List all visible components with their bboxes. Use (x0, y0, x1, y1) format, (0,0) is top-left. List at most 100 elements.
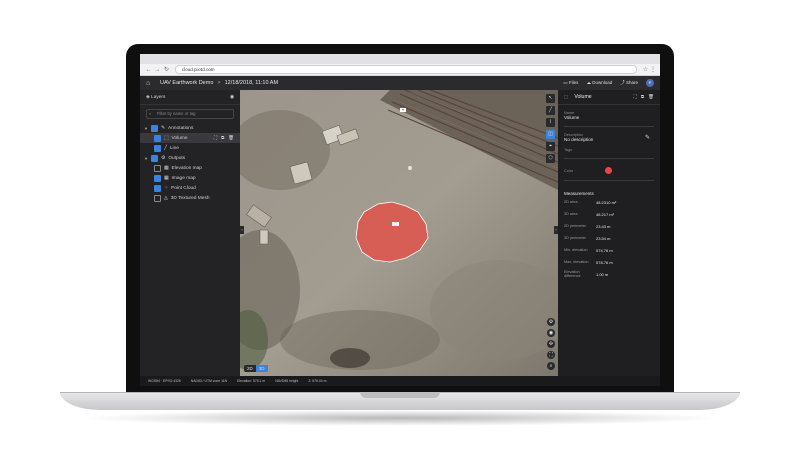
focus-icon[interactable]: ⛶ (214, 135, 217, 141)
outputs-checkbox[interactable] (151, 154, 158, 162)
layer-group-annotations[interactable]: ▼ ✎ Annotations (140, 123, 240, 133)
status-item: NAVD88 height (275, 379, 299, 383)
map-view[interactable]: ━ ⬚ ‹ › ↖ ╱ ⌇ ◫ ⌖ ⬠ ⚙ ◉ ✣ ⛶ ⌕ 2D 3D (240, 90, 558, 376)
properties-title: Volume (574, 94, 592, 100)
avatar[interactable]: P (646, 79, 654, 87)
status-item: WGS84 · EPSG:4326 (148, 379, 181, 383)
layer-item-volume[interactable]: ⬚ Volume ⛶ ⧉ 🗑 (140, 133, 240, 143)
measurement-value: 578.76 m (596, 259, 613, 265)
measurement-row: Elevation difference 1.00 m (558, 268, 660, 280)
compass-icon[interactable]: ✣ (547, 340, 555, 348)
mode-3d-button[interactable]: 3D (255, 365, 268, 372)
name-field[interactable]: Volume (558, 115, 660, 120)
layer-item-3d-mesh[interactable]: ◬ 3D Textured Mesh (140, 193, 240, 203)
layers-filter-input[interactable]: ⌕ Filter by name or tag (146, 109, 234, 119)
divider (564, 126, 654, 127)
files-button[interactable]: ▭ Files (563, 80, 578, 86)
measurement-row: 3D perimeter 23.54 m (558, 232, 660, 244)
volume-measure-label: ⬚ (392, 222, 400, 226)
home-icon[interactable]: ⌂ (146, 80, 156, 87)
status-item: NAD83 / UTM zone 11N (190, 379, 228, 383)
color-swatch[interactable] (605, 167, 612, 174)
mesh-checkbox[interactable] (154, 194, 161, 202)
camera-icon[interactable]: ◉ (547, 329, 555, 337)
layers-header: ◈ Layers ◉ (140, 90, 240, 105)
layer-item-line[interactable]: ╱ Line (140, 143, 240, 153)
duplicate-icon[interactable]: ⧉ (221, 135, 224, 141)
line-checkbox[interactable] (154, 144, 161, 152)
measurement-value: 23.43 m (596, 223, 611, 229)
zoom-icon[interactable]: ⌕ (547, 362, 555, 370)
search-icon: ⌕ (149, 111, 152, 116)
export-icon[interactable]: ⧉ (641, 94, 644, 100)
url-field[interactable]: cloud.pix4d.com (175, 65, 637, 74)
measurement-label: Min. elevation (564, 248, 588, 252)
layer-group-label: Outputs (168, 155, 186, 161)
share-button[interactable]: ⤴ Share (620, 80, 638, 86)
laptop-shadow (80, 410, 720, 426)
filter-placeholder: Filter by name or tag (157, 111, 196, 116)
mode-2d-button[interactable]: 2D (244, 365, 256, 372)
polyline-tool-icon[interactable]: ⌇ (546, 118, 555, 127)
image-map-checkbox[interactable] (154, 174, 161, 182)
layer-item-label: Point Cloud (171, 185, 196, 191)
map-icon: ▦ (164, 165, 169, 171)
download-label: Download (592, 80, 613, 85)
chevron-down-icon[interactable]: ▼ (144, 156, 148, 161)
settings-icon[interactable]: ⚙ (547, 318, 555, 326)
fullscreen-icon[interactable]: ⛶ (547, 351, 555, 359)
status-bar: WGS84 · EPSG:4326 NAD83 / UTM zone 11N E… (140, 376, 660, 386)
outputs-icon: ⚙ (161, 155, 166, 161)
pencil-icon[interactable]: ✎ (645, 134, 650, 141)
download-button[interactable]: ☁ Download (586, 80, 612, 86)
map-icon: ▦ (164, 175, 169, 181)
properties-tools: ⛶ ⧉ 🗑 (634, 94, 654, 100)
measurement-value: 23.54 m (596, 235, 611, 241)
aerial-imagery (240, 90, 558, 376)
volume-row-tools: ⛶ ⧉ 🗑 (214, 135, 240, 141)
status-item: Elevation: 575.1 m (237, 379, 266, 383)
point-cloud-checkbox[interactable] (154, 184, 161, 192)
chevron-down-icon[interactable]: ▼ (144, 126, 148, 131)
arrow-left-icon[interactable]: ← (144, 67, 153, 73)
focus-icon[interactable]: ⛶ (634, 94, 637, 100)
layer-item-elevation-map[interactable]: ▦ Elevation map (140, 163, 240, 173)
divider (564, 158, 654, 159)
volume-checkbox[interactable] (154, 134, 161, 142)
select-tool-icon[interactable]: ↖ (546, 94, 555, 103)
star-icon[interactable]: ☆ (641, 66, 650, 73)
layer-item-label: Image map (171, 175, 196, 181)
trash-icon[interactable]: 🗑 (228, 135, 234, 141)
color-row: Color (558, 167, 660, 174)
measurement-label: Elevation difference (564, 270, 581, 278)
layer-item-point-cloud[interactable]: ⁘ Point Cloud (140, 183, 240, 193)
measurement-row: 2D perimeter 23.43 m (558, 220, 660, 232)
measurement-value: 48.217 m² (596, 211, 615, 217)
polygon-tool-icon[interactable]: ⬠ (546, 154, 555, 163)
more-vertical-icon[interactable]: ⋮ (650, 66, 656, 73)
status-item: Z: 576.04 m (308, 379, 327, 383)
project-title[interactable]: UAV Earthwork Demo (160, 80, 213, 86)
measurement-value: 574.76 m (596, 247, 613, 253)
arrow-right-icon[interactable]: → (153, 67, 162, 73)
volume-tool-icon[interactable]: ◫ (546, 130, 555, 139)
marker-tool-icon[interactable]: ⌖ (546, 142, 555, 151)
layer-item-image-map[interactable]: ▦ Image map (140, 173, 240, 183)
annotations-checkbox[interactable] (151, 124, 158, 132)
collapse-left-icon[interactable]: ‹ (240, 226, 244, 234)
volume-icon: ⬚ (164, 135, 169, 141)
header-actions: ▭ Files ☁ Download ⤴ Share P (563, 79, 654, 87)
trash-icon[interactable]: 🗑 (648, 94, 654, 100)
line-tool-icon[interactable]: ╱ (546, 106, 555, 115)
layer-item-label: Volume (171, 135, 188, 141)
measurement-row: Max. elevation 578.76 m (558, 256, 660, 268)
measurement-value: 1.00 m (596, 271, 609, 277)
measurement-row: Min. elevation 574.76 m (558, 244, 660, 256)
elevation-map-checkbox[interactable] (154, 164, 161, 172)
reload-icon[interactable]: ↻ (162, 66, 171, 73)
layer-group-outputs[interactable]: ▼ ⚙ Outputs (140, 153, 240, 163)
layers-panel: ◈ Layers ◉ ⌕ Filter by name or tag ▼ ✎ A… (140, 90, 240, 376)
mesh-icon: ◬ (164, 195, 168, 201)
measurement-value: 48.2310 m² (596, 199, 617, 205)
eye-icon[interactable]: ◉ (230, 95, 234, 100)
